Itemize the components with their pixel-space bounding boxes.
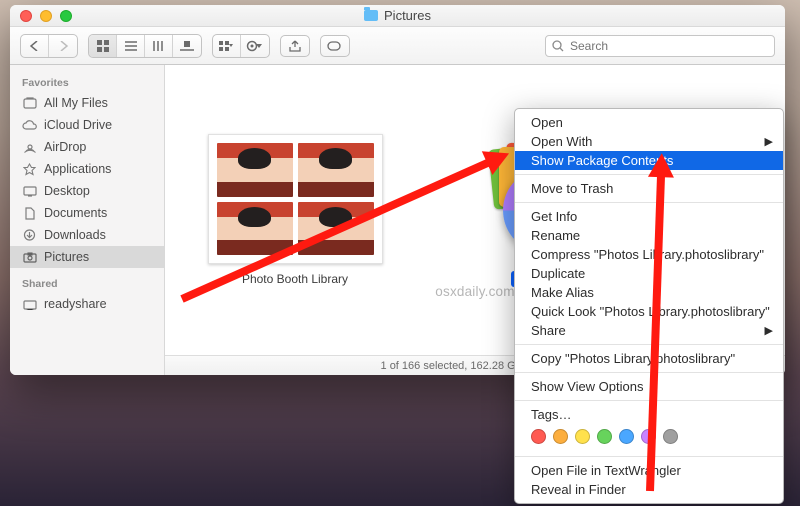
ctx-copy[interactable]: Copy "Photos Library.photoslibrary": [515, 349, 783, 368]
ctx-open-in-textwrangler[interactable]: Open File in TextWrangler: [515, 461, 783, 480]
sidebar-item-pictures[interactable]: Pictures: [10, 246, 164, 268]
toolbar: [10, 27, 785, 65]
view-icons-button[interactable]: [89, 35, 117, 57]
tag-color-dot[interactable]: [663, 429, 678, 444]
ctx-move-to-trash[interactable]: Move to Trash: [515, 179, 783, 198]
arrange-button[interactable]: [213, 35, 241, 57]
sidebar-item-readyshare[interactable]: readyshare: [10, 293, 164, 315]
photo-booth-icon: [208, 134, 383, 264]
sidebar: Favorites All My Files iCloud Drive AirD…: [10, 65, 165, 375]
search-icon: [552, 40, 564, 52]
sidebar-item-downloads[interactable]: Downloads: [10, 224, 164, 246]
documents-icon: [22, 207, 37, 220]
tag-color-row: [515, 424, 783, 452]
tag-color-dot[interactable]: [641, 429, 656, 444]
tags-button[interactable]: [320, 35, 350, 57]
share-button[interactable]: [280, 35, 310, 57]
view-columns-button[interactable]: [145, 35, 173, 57]
file-photo-booth[interactable]: Photo Booth Library: [205, 134, 385, 286]
watermark: osxdaily.com: [435, 284, 514, 299]
ctx-quick-look[interactable]: Quick Look "Photos Library.photoslibrary…: [515, 302, 783, 321]
applications-icon: [22, 163, 37, 176]
view-coverflow-button[interactable]: [173, 35, 201, 57]
ctx-show-package-contents[interactable]: Show Package Contents: [515, 151, 783, 170]
window-title: Pictures: [10, 8, 785, 23]
nav-buttons: [20, 34, 78, 58]
tag-color-dot[interactable]: [531, 429, 546, 444]
titlebar: Pictures: [10, 5, 785, 27]
ctx-separator: [515, 344, 783, 345]
forward-button[interactable]: [49, 35, 77, 57]
submenu-arrow-icon: ▶: [765, 135, 773, 148]
file-label: Photo Booth Library: [242, 272, 348, 286]
sidebar-item-icloud[interactable]: iCloud Drive: [10, 114, 164, 136]
sidebar-item-applications[interactable]: Applications: [10, 158, 164, 180]
sidebar-heading-shared: Shared: [10, 274, 164, 293]
ctx-view-options[interactable]: Show View Options: [515, 377, 783, 396]
submenu-arrow-icon: ▶: [765, 324, 773, 337]
cloud-icon: [22, 119, 37, 132]
back-button[interactable]: [21, 35, 49, 57]
downloads-icon: [22, 229, 37, 242]
ctx-reveal-in-finder[interactable]: Reveal in Finder: [515, 480, 783, 499]
window-title-text: Pictures: [384, 8, 431, 23]
ctx-get-info[interactable]: Get Info: [515, 207, 783, 226]
server-icon: [22, 298, 37, 311]
context-menu: Open Open With▶ Show Package Contents Mo…: [514, 108, 784, 504]
view-switcher: [88, 34, 202, 58]
all-files-icon: [22, 97, 37, 110]
folder-icon: [364, 10, 378, 21]
ctx-tags[interactable]: Tags…: [515, 405, 783, 424]
arrange-group: [212, 34, 270, 58]
tag-color-dot[interactable]: [553, 429, 568, 444]
ctx-separator: [515, 202, 783, 203]
ctx-separator: [515, 456, 783, 457]
sidebar-heading-favorites: Favorites: [10, 73, 164, 92]
ctx-make-alias[interactable]: Make Alias: [515, 283, 783, 302]
desktop-icon: [22, 185, 37, 198]
view-list-button[interactable]: [117, 35, 145, 57]
ctx-separator: [515, 400, 783, 401]
sidebar-item-documents[interactable]: Documents: [10, 202, 164, 224]
ctx-open[interactable]: Open: [515, 113, 783, 132]
tag-color-dot[interactable]: [575, 429, 590, 444]
airdrop-icon: [22, 141, 37, 154]
tag-color-dot[interactable]: [597, 429, 612, 444]
ctx-separator: [515, 372, 783, 373]
sidebar-item-airdrop[interactable]: AirDrop: [10, 136, 164, 158]
ctx-duplicate[interactable]: Duplicate: [515, 264, 783, 283]
sidebar-item-all-my-files[interactable]: All My Files: [10, 92, 164, 114]
ctx-open-with[interactable]: Open With▶: [515, 132, 783, 151]
pictures-icon: [22, 251, 37, 264]
action-button[interactable]: [241, 35, 269, 57]
tag-color-dot[interactable]: [619, 429, 634, 444]
ctx-share[interactable]: Share▶: [515, 321, 783, 340]
ctx-rename[interactable]: Rename: [515, 226, 783, 245]
search-field[interactable]: [545, 35, 775, 57]
ctx-compress[interactable]: Compress "Photos Library.photoslibrary": [515, 245, 783, 264]
search-input[interactable]: [570, 39, 768, 53]
ctx-separator: [515, 174, 783, 175]
sidebar-item-desktop[interactable]: Desktop: [10, 180, 164, 202]
